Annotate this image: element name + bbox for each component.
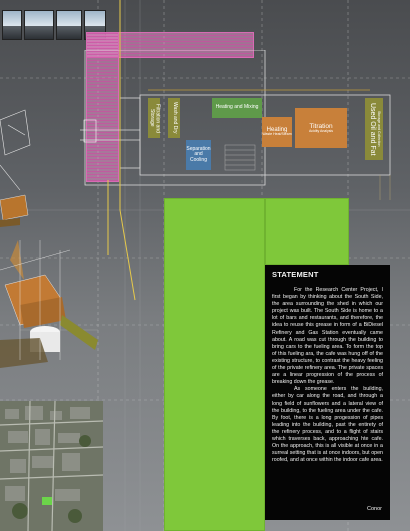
- statement-panel: STATEMENT For the Research Center Projec…: [265, 265, 390, 520]
- statement-paragraph-1: For the Research Center Project, I first…: [272, 287, 383, 386]
- perspective-fragments: [0, 109, 98, 368]
- sunflower-field: [164, 198, 265, 531]
- sunflower-field-right: [265, 198, 349, 265]
- statement-paragraph-2: As someone enters the building, either b…: [272, 386, 383, 464]
- statement-signature: Conor: [367, 506, 382, 512]
- statement-heading: STATEMENT: [272, 270, 319, 279]
- aerial-map-photo: [0, 401, 103, 531]
